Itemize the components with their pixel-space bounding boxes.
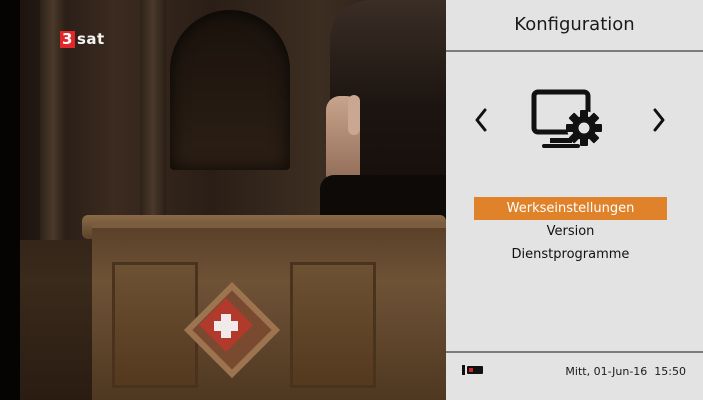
previous-category-button[interactable] xyxy=(466,103,496,137)
channel-logo-text: sat xyxy=(76,30,105,48)
remote-signal-icon xyxy=(462,365,483,375)
channel-logo: 3 sat xyxy=(60,30,105,48)
configuration-panel: Konfiguration Werkseinstellungen Version… xyxy=(446,0,703,400)
menu-item-werkseinstellungen[interactable]: Werkseinstellungen xyxy=(474,197,667,220)
chevron-left-icon xyxy=(475,108,487,132)
menu-item-dienstprogramme[interactable]: Dienstprogramme xyxy=(474,243,667,266)
menu-item-version[interactable]: Version xyxy=(474,220,667,243)
header-divider xyxy=(446,50,703,52)
footer-divider xyxy=(446,351,703,353)
chevron-right-icon xyxy=(653,108,665,132)
channel-logo-number: 3 xyxy=(60,29,75,48)
panel-title: Konfiguration xyxy=(514,14,635,35)
footer-datetime: Mitt, 01-Jun-16 15:50 xyxy=(565,365,686,378)
next-category-button[interactable] xyxy=(644,103,674,137)
configuration-menu: Werkseinstellungen Version Dienstprogram… xyxy=(474,197,667,266)
tv-screen: 3 sat Konfiguration Werkseinstellungen V… xyxy=(0,0,703,400)
monitor-gear-icon xyxy=(531,89,602,148)
tv-video-background: 3 sat xyxy=(0,0,446,400)
